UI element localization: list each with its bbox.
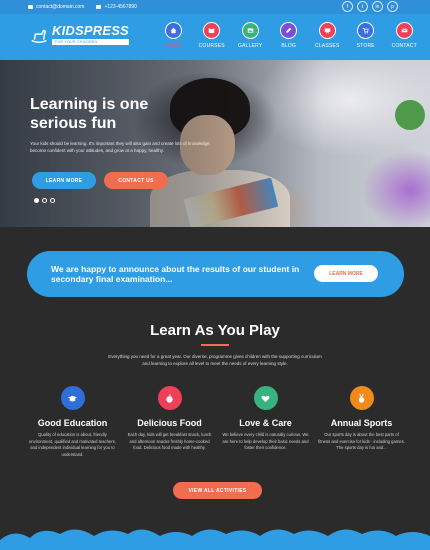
nav-icon-circle	[241, 22, 259, 39]
section-description: Everything you need for a great year. Ou…	[108, 354, 322, 366]
nav-icon-circle	[395, 22, 413, 39]
feature-love-care: Love & Care We believe every child is na…	[218, 386, 313, 452]
feature-icon-circle	[60, 386, 85, 410]
apple-icon	[166, 393, 173, 403]
section-divider	[201, 344, 229, 346]
feature-icon-circle	[349, 386, 374, 410]
site-logo[interactable]: KIDSPRESS FOR YOUR CHILDREN	[28, 24, 129, 46]
phone-item[interactable]: +123-4567890	[96, 4, 137, 10]
chalkboard-icon	[324, 28, 331, 34]
graduation-cap-icon	[67, 395, 78, 401]
nav-item-contact[interactable]: CONTACT	[385, 22, 424, 49]
feature-description: Our sports day is about the best parts o…	[318, 432, 405, 451]
feature-annual-sports: Annual Sports Our sports day is about th…	[314, 386, 409, 452]
feature-icon-circle	[253, 386, 278, 410]
slider-dot-3[interactable]	[50, 198, 55, 203]
feature-delicious-food: Delicious Food Each day, kids will get b…	[122, 386, 217, 452]
pencil-icon	[286, 27, 292, 33]
learn-more-button[interactable]: LEARN MORE	[32, 172, 96, 189]
hero-slider: Learning is one serious fun Your kids sh…	[0, 60, 430, 227]
announcement-banner: We are happy to announce about the resul…	[27, 251, 404, 297]
feature-title: Love & Care	[239, 418, 292, 428]
email-text: contact@domain.com	[36, 4, 85, 10]
nav-label: CLASSES	[315, 43, 340, 49]
nav-icon-circle	[357, 22, 375, 39]
facebook-icon[interactable]: f	[342, 1, 353, 12]
slider-dots	[34, 198, 55, 203]
image-icon	[247, 28, 254, 33]
medal-icon	[358, 393, 365, 403]
top-info-bar: contact@domain.com +123-4567890 f t in p	[0, 0, 430, 14]
announcement-text: We are happy to announce about the resul…	[51, 264, 300, 284]
email-item[interactable]: contact@domain.com	[28, 4, 84, 10]
feature-description: We believe every child is naturally curi…	[222, 432, 309, 451]
view-all-activities-button[interactable]: VIEW ALL ACTIVITIES	[173, 482, 262, 499]
phone-text: +123-4567890	[104, 4, 137, 10]
feature-title: Annual Sports	[330, 418, 393, 428]
hero-description: Your kids should be learning. It's impor…	[30, 141, 211, 153]
nav-label: GALLERY	[238, 43, 263, 49]
nav-icon-circle	[280, 22, 298, 39]
nav-item-gallery[interactable]: GALLERY	[231, 22, 270, 49]
nav-item-blog[interactable]: BLOG	[270, 22, 309, 49]
logo-tagline: FOR YOUR CHILDREN	[52, 39, 129, 45]
nav-label: COURSES	[198, 43, 225, 49]
twitter-icon[interactable]: t	[357, 1, 368, 12]
heart-leaf-icon	[261, 395, 270, 402]
phone-icon	[96, 4, 102, 9]
logo-name: KIDSPRESS	[52, 23, 129, 38]
pinterest-icon[interactable]: p	[387, 1, 398, 12]
nav-item-classes[interactable]: CLASSES	[308, 22, 347, 49]
slider-dot-2[interactable]	[42, 198, 47, 203]
contact-info: contact@domain.com +123-4567890	[28, 4, 137, 10]
mail-icon	[28, 4, 33, 9]
slider-dot-1[interactable]	[34, 198, 39, 203]
nav-item-courses[interactable]: COURSES	[193, 22, 232, 49]
hero-title-line1: Learning is one	[30, 96, 149, 113]
mail-icon	[401, 28, 408, 33]
nav-icon-circle	[318, 22, 336, 39]
nav-label: HOME	[165, 43, 182, 49]
main-nav: HOME COURSES GALLERY BLOG CLASSES STORE …	[154, 22, 424, 49]
feature-title: Delicious Food	[137, 418, 202, 428]
book-icon	[208, 28, 215, 34]
feature-icon-circle	[157, 386, 182, 410]
contact-us-button[interactable]: CONTACT US	[104, 172, 168, 189]
announcement-learn-more-button[interactable]: LEARN MORE	[314, 265, 378, 282]
rocking-horse-icon	[31, 29, 47, 44]
nav-icon-circle	[203, 22, 221, 39]
cloud-decoration	[0, 529, 430, 550]
linkedin-icon[interactable]: in	[372, 1, 383, 12]
nav-label: STORE	[356, 43, 375, 49]
feature-description: Each day, kids will get breakfast snack,…	[127, 432, 212, 451]
social-links: f t in p	[342, 1, 398, 12]
hero-title: Learning is one serious fun	[30, 95, 190, 133]
site-header: KIDSPRESS FOR YOUR CHILDREN HOME COURSES…	[0, 14, 430, 60]
feature-description: Quality of education is about, friendly …	[29, 432, 116, 457]
nav-icon-circle	[164, 22, 182, 39]
nav-label: BLOG	[281, 43, 297, 49]
cart-icon	[362, 28, 369, 34]
nav-item-store[interactable]: STORE	[347, 22, 386, 49]
nav-label: CONTACT	[391, 43, 417, 49]
nav-item-home[interactable]: HOME	[154, 22, 193, 49]
home-icon	[170, 27, 177, 34]
hero-title-line2: serious fun	[30, 115, 117, 132]
feature-title: Good Education	[37, 418, 108, 428]
feature-good-education: Good Education Quality of education is a…	[25, 386, 120, 458]
section-title: Learn As You Play	[150, 322, 280, 339]
